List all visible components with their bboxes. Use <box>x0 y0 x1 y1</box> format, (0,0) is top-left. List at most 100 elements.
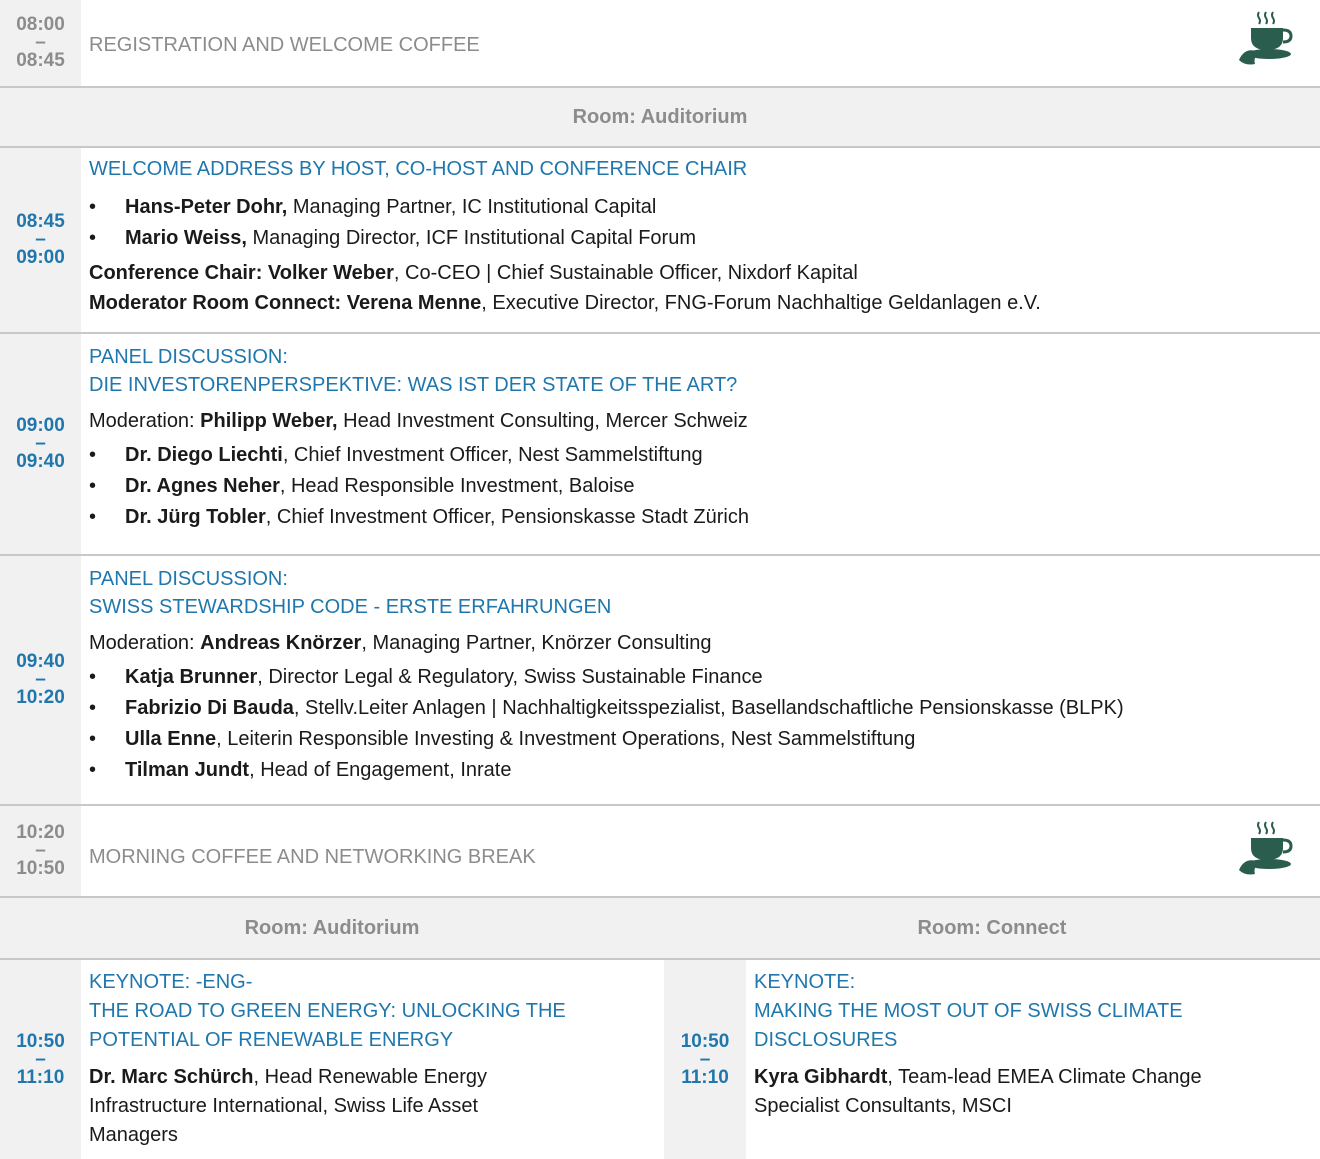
speaker-name: Dr. Marc Schürch <box>89 1066 254 1088</box>
session-title-line: THE ROAD TO GREEN ENERGY: UNLOCKING THE <box>89 1000 566 1022</box>
session-title-line: DIE INVESTORENPERSPEKTIVE: WAS IST DER S… <box>89 374 738 396</box>
time-separator: – <box>35 433 46 454</box>
time-separator: – <box>35 669 46 690</box>
session-title-line: SWISS STEWARDSHIP CODE - ERSTE ERFAHRUNG… <box>89 596 612 618</box>
speaker-item: Fabrizio Di Bauda, Stellv.Leiter Anlagen… <box>89 693 1310 724</box>
session-title-line: POTENTIAL OF RENEWABLE ENERGY <box>89 1029 454 1051</box>
session-content: WELCOME ADDRESS BY HOST, CO-HOST AND CON… <box>89 156 1310 318</box>
speaker-name: Hans-Peter Dohr, <box>125 196 288 218</box>
session-title: WELCOME ADDRESS BY HOST, CO-HOST AND CON… <box>89 158 748 180</box>
time-separator: – <box>35 229 46 250</box>
time-slot: 09:40 – 10:20 <box>0 556 81 804</box>
speaker-name: Tilman Jundt <box>125 759 250 781</box>
end-time: 09:00 <box>16 247 65 268</box>
session-title-line: PANEL DISCUSSION: <box>89 346 288 368</box>
moderator-name: Andreas Knörzer <box>200 632 362 654</box>
keynote-left-block: 10:50 – 11:10 KEYNOTE: -ENG- THE ROAD TO… <box>0 960 664 1159</box>
end-time: 11:10 <box>16 1066 65 1088</box>
chair-line: Conference Chair: Volker Weber, Co-CEO |… <box>89 258 1310 288</box>
moderator-name: Philipp Weber, <box>200 410 338 432</box>
speaker-role: , Head Responsible Investment, Baloise <box>279 475 635 497</box>
speaker-line: Specialist Consultants, MSCI <box>754 1095 1012 1117</box>
session-title-line: KEYNOTE: <box>754 971 856 993</box>
speaker-line: Dr. Marc Schürch, Head Renewable Energy <box>89 1063 566 1092</box>
speaker-role: , Head Renewable Energy <box>253 1066 487 1088</box>
session-title-line: MAKING THE MOST OUT OF SWISS CLIMATE <box>754 1000 1183 1022</box>
speaker-item: Dr. Jürg Tobler, Chief Investment Office… <box>89 502 1310 533</box>
session-content: KEYNOTE: MAKING THE MOST OUT OF SWISS CL… <box>754 968 1202 1121</box>
session-title-line: PANEL DISCUSSION: <box>89 568 288 590</box>
session-content: PANEL DISCUSSION: DIE INVESTORENPERSPEKT… <box>89 344 1310 533</box>
time-separator: – <box>35 1048 46 1070</box>
time-separator: – <box>699 1048 711 1070</box>
chair-name: Conference Chair: Volker Weber <box>89 262 394 284</box>
session-content: KEYNOTE: -ENG- THE ROAD TO GREEN ENERGY:… <box>89 968 566 1150</box>
session-title: REGISTRATION AND WELCOME COFFEE <box>89 34 480 56</box>
moderator-role: Head Investment Consulting, Mercer Schwe… <box>337 410 748 432</box>
chair-role: , Co-CEO | Chief Sustainable Officer, Ni… <box>393 262 858 284</box>
speaker-name: Dr. Agnes Neher <box>125 475 280 497</box>
room-label: Room: Auditorium <box>0 88 1320 146</box>
moderator-role: , Managing Partner, Knörzer Consulting <box>361 632 712 654</box>
speaker-role: , Director Legal & Regulatory, Swiss Sus… <box>257 666 763 688</box>
session-title: MORNING COFFEE AND NETWORKING BREAK <box>89 846 536 868</box>
moderation-label: Moderation: <box>89 632 201 654</box>
speaker-role: , Head of Engagement, Inrate <box>249 759 512 781</box>
speaker-name: Ulla Enne <box>125 728 217 750</box>
speaker-line: Kyra Gibhardt, Team-lead EMEA Climate Ch… <box>754 1063 1202 1092</box>
speaker-item: Dr. Agnes Neher, Head Responsible Invest… <box>89 471 1310 502</box>
speaker-role: , Chief Investment Officer, Nest Sammels… <box>282 444 703 466</box>
end-time: 11:10 <box>681 1066 729 1088</box>
speaker-role: , Chief Investment Officer, Pensionskass… <box>265 506 749 528</box>
speaker-item: Hans-Peter Dohr, Managing Partner, IC In… <box>89 192 1310 223</box>
room-label-left: Room: Auditorium <box>0 898 664 958</box>
time-slot: 08:00 – 08:45 <box>0 0 81 86</box>
speaker-name: Fabrizio Di Bauda <box>125 697 294 719</box>
speaker-item: Ulla Enne, Leiterin Responsible Investin… <box>89 724 1310 755</box>
speaker-line: Managers <box>89 1124 178 1146</box>
panel-block: 09:40 – 10:20 PANEL DISCUSSION: SWISS ST… <box>0 556 1320 804</box>
speaker-role: , Stellv.Leiter Anlagen | Nachhaltigkeit… <box>293 697 1124 719</box>
coffee-cup-icon <box>1239 11 1293 65</box>
room-label-right: Room: Connect <box>664 898 1320 958</box>
speaker-name: Kyra Gibhardt <box>754 1066 888 1088</box>
time-slot: 09:00 – 09:40 <box>0 334 81 554</box>
time-separator: – <box>35 32 46 53</box>
speaker-role: Managing Partner, IC Institutional Capit… <box>287 196 657 218</box>
moderation-label: Moderation: <box>89 410 201 432</box>
speaker-name: Dr. Diego Liechti <box>125 444 283 466</box>
panel-block: 09:00 – 09:40 PANEL DISCUSSION: DIE INVE… <box>0 334 1320 554</box>
moderator-line: Moderator Room Connect: Verena Menne, Ex… <box>89 288 1310 318</box>
keynote-right-block: 10:50 – 11:10 KEYNOTE: MAKING THE MOST O… <box>664 960 1320 1159</box>
break-block: 10:20 – 10:50 MORNING COFFEE AND NETWORK… <box>0 806 1320 896</box>
speaker-name: Dr. Jürg Tobler <box>125 506 266 528</box>
session-content: PANEL DISCUSSION: SWISS STEWARDSHIP CODE… <box>89 566 1310 786</box>
speaker-role: , Team-lead EMEA Climate Change <box>887 1066 1202 1088</box>
time-slot: 08:45 – 09:00 <box>0 148 81 332</box>
speaker-line: Infrastructure International, Swiss Life… <box>89 1095 479 1117</box>
coffee-cup-icon <box>1239 821 1293 875</box>
speaker-role: Managing Director, ICF Institutional Cap… <box>246 227 696 249</box>
speaker-item: Mario Weiss, Managing Director, ICF Inst… <box>89 223 1310 254</box>
moderation-line: Moderation: Andreas Knörzer, Managing Pa… <box>89 628 1310 658</box>
time-slot: 10:50 – 11:10 <box>0 960 81 1159</box>
end-time: 08:45 <box>16 50 65 71</box>
moderator-name: Moderator Room Connect: Verena Menne <box>89 292 482 314</box>
time-slot: 10:50 – 11:10 <box>664 960 746 1159</box>
moderation-line: Moderation: Philipp Weber, Head Investme… <box>89 406 1310 436</box>
time-separator: – <box>35 840 46 861</box>
speaker-role: , Leiterin Responsible Investing & Inves… <box>216 728 916 750</box>
end-time: 10:20 <box>16 687 65 708</box>
speaker-name: Katja Brunner <box>125 666 258 688</box>
registration-block: 08:00 – 08:45 REGISTRATION AND WELCOME C… <box>0 0 1320 86</box>
welcome-block: 08:45 – 09:00 WELCOME ADDRESS BY HOST, C… <box>0 148 1320 332</box>
end-time: 10:50 <box>16 858 65 879</box>
speaker-item: Dr. Diego Liechti, Chief Investment Offi… <box>89 440 1310 471</box>
speaker-name: Mario Weiss, <box>125 227 247 249</box>
end-time: 09:40 <box>16 451 65 472</box>
speaker-item: Katja Brunner, Director Legal & Regulato… <box>89 662 1310 693</box>
speaker-item: Tilman Jundt, Head of Engagement, Inrate <box>89 755 1310 786</box>
moderator-role: , Executive Director, FNG-Forum Nachhalt… <box>481 292 1041 314</box>
session-title-line: KEYNOTE: -ENG- <box>89 971 253 993</box>
time-slot: 10:20 – 10:50 <box>0 806 81 896</box>
